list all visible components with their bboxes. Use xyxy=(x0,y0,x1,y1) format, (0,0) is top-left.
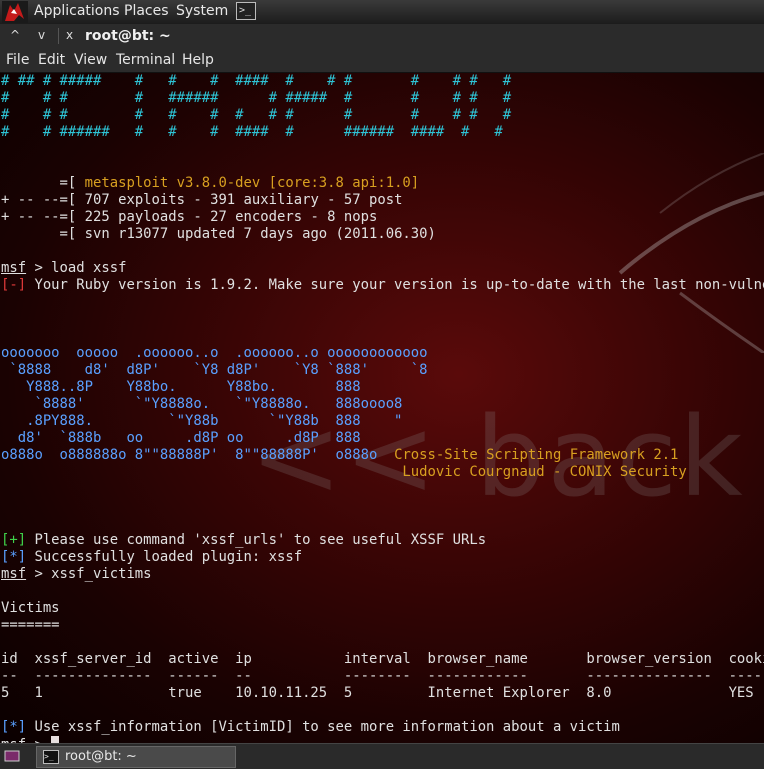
chevron-down-icon[interactable]: v xyxy=(38,28,45,42)
info-text: Please use command 'xssf_urls' to see us… xyxy=(26,532,487,548)
terminal-menubar: File Edit View Terminal Help xyxy=(0,48,764,73)
backtrack-dragon-logo-icon[interactable] xyxy=(2,1,28,23)
window-titlebar: ^ v x root@bt: ~ xyxy=(0,24,764,48)
metasploit-version: metasploit v3.8.0-dev [core:3.8 api:1.0] xyxy=(84,175,420,191)
command-text: > load xssf xyxy=(26,260,127,276)
close-icon[interactable]: x xyxy=(66,28,73,42)
stat-prefix: + -- --=[ xyxy=(1,209,85,225)
taskbar-window-button[interactable]: >_ root@bt: ~ xyxy=(36,746,236,768)
xssf-ascii-art: d8' `888b oo .d8P oo .d8P 888 xyxy=(1,430,361,446)
show-desktop-icon[interactable] xyxy=(4,748,20,764)
stat-prefix: =[ xyxy=(1,226,85,242)
stat-prefix: + -- --=[ xyxy=(1,192,85,208)
terminal-launcher-icon[interactable]: >_ xyxy=(236,2,256,20)
table-row: 5 1 true 10.10.11.25 5 Internet Explorer… xyxy=(1,685,754,701)
window-title: root@bt: ~ xyxy=(85,28,171,44)
menu-file[interactable]: File xyxy=(6,52,29,68)
error-tag: [-] xyxy=(1,277,27,293)
menu-terminal[interactable]: Terminal xyxy=(116,52,175,68)
info-text: Use xssf_information [VictimID] to see m… xyxy=(26,719,620,735)
exploit-count: 707 exploits - 391 auxiliary - 57 post xyxy=(84,192,403,208)
msf-prompt: msf xyxy=(1,566,27,582)
banner-line: # # ###### # # # #### # ###### #### # # xyxy=(1,124,503,140)
victims-table-header: id xssf_server_id active ip interval bro… xyxy=(1,651,764,667)
menu-help[interactable]: Help xyxy=(182,52,214,68)
payload-count: 225 payloads - 27 encoders - 8 nops xyxy=(84,209,378,225)
ruby-warning-text: Your Ruby version is 1.9.2. Make sure yo… xyxy=(26,277,764,293)
xssf-ascii-art: o888o o888888o 8""88888P' 8""88888P' o88… xyxy=(1,447,378,463)
terminal-cursor[interactable] xyxy=(51,736,60,743)
xssf-ascii-art: Y888..8P Y88bo. Y88bo. 888 xyxy=(1,379,361,395)
banner-line: # ## # ##### # # # #### # # # # # # # xyxy=(1,73,512,89)
xssf-ascii-art: `8888 d8' d8P' `Y8 d8P' `Y8 `888' `8 xyxy=(1,362,428,378)
xssf-framework-title: Cross-Site Scripting Framework 2.1 xyxy=(394,447,679,463)
info-tag: [*] xyxy=(1,719,27,735)
menu-view[interactable]: View xyxy=(74,52,107,68)
command-text: > xssf_victims xyxy=(26,566,152,582)
taskbar-window-label: root@bt: ~ xyxy=(65,749,137,764)
chevron-up-icon[interactable]: ^ xyxy=(10,28,20,42)
menu-edit[interactable]: Edit xyxy=(38,52,65,68)
xssf-author: Ludovic Courgnaud - CONIX Security xyxy=(402,464,687,480)
info-text: Successfully loaded plugin: xssf xyxy=(26,549,303,565)
svn-revision: svn r13077 updated 7 days ago (2011.06.3… xyxy=(84,226,436,242)
info-tag: [*] xyxy=(1,549,27,565)
bottom-panel: >_ root@bt: ~ xyxy=(0,743,764,769)
applications-menu[interactable]: Applications xyxy=(34,3,120,19)
places-menu[interactable]: Places xyxy=(124,3,169,19)
banner-line: # # # # # # # # # # # # # # xyxy=(1,107,512,123)
stat-prefix: =[ xyxy=(1,175,85,191)
xssf-ascii-art: .8PY888. `"Y88b `"Y88b 888 " xyxy=(1,413,403,429)
top-panel: Applications Places System >_ xyxy=(0,0,764,24)
system-menu[interactable]: System xyxy=(176,3,228,19)
terminal-icon: >_ xyxy=(43,750,59,764)
terminal-output-area[interactable]: << back | track # ## # ##### # # # #### … xyxy=(0,73,764,743)
victims-underline: ======= xyxy=(1,617,60,633)
victims-heading: Victims xyxy=(1,600,60,616)
success-tag: [+] xyxy=(1,532,27,548)
titlebar-divider xyxy=(58,28,59,44)
banner-line: # # # # ###### # ##### # # # # # xyxy=(1,90,512,106)
xssf-ascii-art: `8888' `"Y8888o. `"Y8888o. 888oooo8 xyxy=(1,396,403,412)
victims-table-rule: -- -------------- ------ -- -------- ---… xyxy=(1,668,764,684)
xssf-ascii-art: ooooooo ooooo .oooooo..o .oooooo..o oooo… xyxy=(1,345,428,361)
msf-prompt: msf xyxy=(1,260,27,276)
